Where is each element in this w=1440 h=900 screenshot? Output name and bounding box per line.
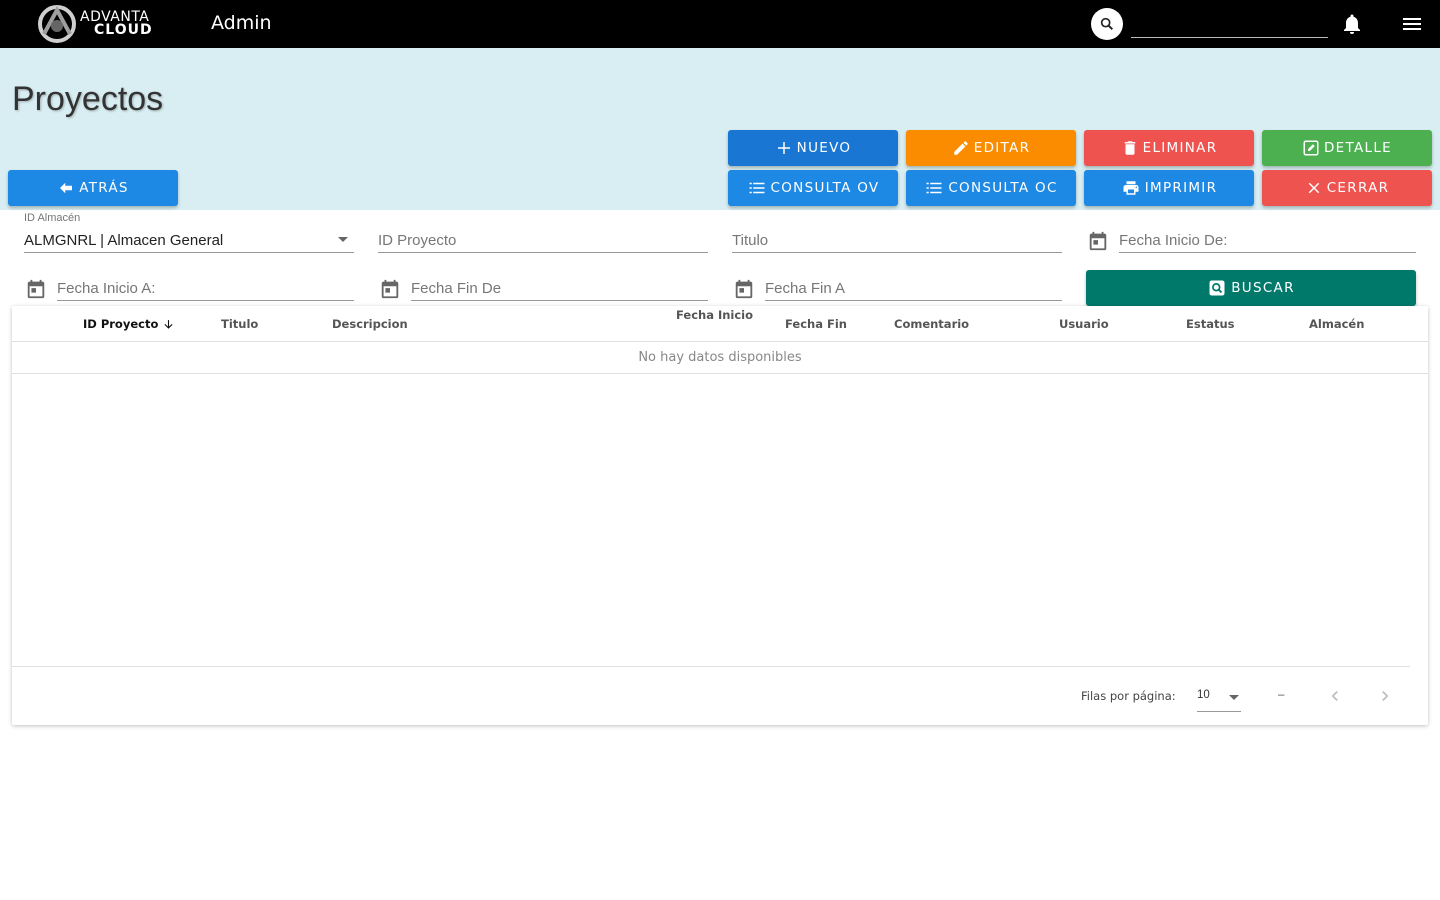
editar-button[interactable]: Editar	[906, 130, 1076, 166]
close-icon	[1308, 182, 1319, 194]
chevron-down-icon	[338, 237, 348, 242]
fecha-fin-a-placeholder: Fecha Fin A	[765, 280, 846, 297]
almacen-value: ALMGNRL | Almacen General	[24, 232, 224, 249]
imprimir-button-label: Imprimir	[1144, 180, 1218, 196]
brand-logo[interactable]: ADVANTA CLOUD	[36, 4, 153, 44]
nuevo-button-label: Nuevo	[796, 140, 852, 156]
pencil-icon	[953, 141, 968, 155]
detalle-button[interactable]: Detalle	[1262, 130, 1432, 166]
projects-table: ID Proyecto Titulo Descripcion Fecha Ini…	[12, 306, 1428, 725]
section-title: Admin	[211, 12, 272, 34]
titulo-placeholder: Titulo	[732, 232, 769, 249]
column-header-comentario[interactable]: Comentario	[894, 317, 969, 331]
nuevo-button[interactable]: Nuevo	[728, 130, 898, 166]
list-icon	[926, 182, 942, 194]
buscar-button[interactable]: Buscar	[1086, 270, 1416, 306]
notifications-bell-icon[interactable]	[1340, 12, 1364, 36]
fecha-inicio-de-placeholder: Fecha Inicio De:	[1119, 232, 1228, 249]
rows-per-page-select[interactable]: 10	[1197, 682, 1241, 712]
imprimir-button[interactable]: Imprimir	[1084, 170, 1254, 206]
eliminar-button[interactable]: Eliminar	[1084, 130, 1254, 166]
search-icon	[1100, 17, 1114, 31]
fecha-fin-de-placeholder: Fecha Fin De	[411, 280, 502, 297]
almacen-select[interactable]: ID Almacén ALMGNRL | Almacen General	[24, 212, 354, 253]
rows-per-page-value: 10	[1197, 689, 1210, 701]
editar-button-label: Editar	[973, 140, 1031, 156]
atras-button-label: Atrás	[79, 180, 129, 196]
advanta-logo-icon	[38, 5, 76, 43]
chevron-right-icon[interactable]	[1375, 686, 1395, 706]
list-icon	[749, 182, 765, 194]
top-app-bar: ADVANTA CLOUD Admin	[0, 0, 1440, 48]
calendar-icon[interactable]	[1087, 230, 1109, 252]
atras-button[interactable]: Atrás	[8, 170, 178, 206]
page-range: –	[1278, 689, 1285, 701]
fecha-fin-de-input[interactable]: Fecha Fin De	[411, 262, 708, 301]
column-header-id-proyecto[interactable]: ID Proyecto	[83, 317, 175, 331]
fecha-inicio-a-placeholder: Fecha Inicio A:	[57, 280, 156, 297]
buscar-button-label: Buscar	[1231, 280, 1295, 296]
column-header-fecha-inicio[interactable]: Fecha Inicio	[676, 308, 753, 322]
column-header-titulo[interactable]: Titulo	[221, 317, 258, 331]
search-box-icon	[1209, 280, 1225, 296]
hamburger-menu-icon[interactable]	[1400, 12, 1424, 36]
arrow-down-icon	[164, 320, 173, 329]
plus-icon	[777, 142, 790, 154]
column-header-usuario[interactable]: Usuario	[1059, 317, 1109, 331]
chevron-down-icon	[1229, 695, 1239, 700]
fecha-fin-a-input[interactable]: Fecha Fin A	[765, 262, 1062, 301]
consulta-ov-button[interactable]: Consulta OV	[728, 170, 898, 206]
search-button[interactable]	[1091, 8, 1123, 40]
column-header-almacen[interactable]: Almacén	[1309, 317, 1364, 331]
chevron-left-icon[interactable]	[1325, 686, 1345, 706]
fecha-inicio-de-input[interactable]: Fecha Inicio De:	[1119, 212, 1416, 253]
cerrar-button-label: Cerrar	[1326, 180, 1390, 196]
detalle-button-label: Detalle	[1323, 140, 1393, 156]
printer-icon	[1123, 181, 1139, 195]
id-proyecto-input[interactable]: ID Proyecto	[378, 212, 708, 253]
column-header-estatus[interactable]: Estatus	[1186, 317, 1235, 331]
fecha-inicio-a-input[interactable]: Fecha Inicio A:	[57, 262, 354, 301]
eliminar-button-label: Eliminar	[1142, 140, 1218, 156]
cerrar-button[interactable]: Cerrar	[1262, 170, 1432, 206]
id-proyecto-placeholder: ID Proyecto	[378, 232, 457, 249]
titulo-input[interactable]: Titulo	[732, 212, 1062, 253]
calendar-icon[interactable]	[25, 278, 47, 300]
rows-per-page-label: Filas por página:	[1081, 689, 1176, 703]
edit-box-icon	[1303, 140, 1319, 156]
almacen-label: ID Almacén	[24, 212, 81, 224]
consulta-ov-button-label: Consulta OV	[770, 180, 880, 196]
logo-line-2: CLOUD	[94, 22, 153, 38]
no-data-message: No hay datos disponibles	[638, 350, 802, 365]
column-header-descripcion[interactable]: Descripcion	[332, 317, 408, 331]
column-header-fecha-fin[interactable]: Fecha Fin	[785, 317, 847, 331]
page-title: Proyectos	[12, 80, 164, 118]
calendar-icon[interactable]	[733, 278, 755, 300]
consulta-oc-button[interactable]: Consulta OC	[906, 170, 1076, 206]
search-input[interactable]	[1131, 10, 1328, 38]
trash-icon	[1124, 141, 1135, 155]
arrow-left-icon	[60, 182, 73, 194]
calendar-icon[interactable]	[379, 278, 401, 300]
consulta-oc-button-label: Consulta OC	[948, 180, 1058, 196]
